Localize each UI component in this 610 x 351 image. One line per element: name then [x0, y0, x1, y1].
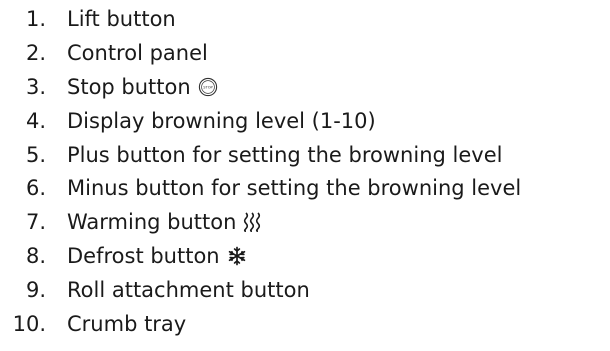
item-label: Roll attachment button — [67, 278, 310, 302]
item-number: 1. — [25, 7, 46, 31]
item-number: 4. — [25, 109, 46, 133]
item-number: 9. — [25, 278, 46, 302]
item-label: Minus button for setting the browning le… — [67, 176, 522, 200]
list-item: 5. Plus button for setting the browning … — [0, 140, 503, 170]
item-number: 3. — [25, 75, 46, 99]
list-item: 2. Control panel — [0, 38, 208, 68]
list-item: 3. Stop button STOP — [0, 72, 218, 102]
list-item: 4. Display browning level (1-10) — [0, 106, 376, 136]
item-number: 10. — [12, 312, 46, 336]
item-label: Plus button for setting the browning lev… — [67, 143, 503, 167]
item-label: Display browning level (1-10) — [67, 109, 376, 133]
list-item: 10. Crumb tray — [0, 309, 187, 339]
warming-icon — [243, 211, 261, 233]
item-number: 2. — [25, 41, 46, 65]
list-item: 6. Minus button for setting the browning… — [0, 173, 521, 203]
item-number: 6. — [25, 176, 46, 200]
item-label: Control panel — [67, 41, 208, 65]
item-number: 5. — [25, 143, 46, 167]
parts-legend: 1. Lift button 2. Control panel 3. Stop … — [0, 0, 610, 351]
item-label: Crumb tray — [67, 312, 187, 336]
item-number: 7. — [25, 210, 46, 234]
list-item: 9. Roll attachment button — [0, 275, 310, 305]
snowflake-icon — [227, 246, 247, 266]
item-number: 8. — [25, 244, 46, 268]
item-label: Warming button — [67, 210, 237, 234]
item-label: Stop button — [67, 75, 191, 99]
item-label: Defrost button — [67, 244, 220, 268]
item-label: Lift button — [67, 7, 176, 31]
stop-icon: STOP — [198, 77, 218, 97]
list-item: 7. Warming button — [0, 207, 261, 237]
list-item: 1. Lift button — [0, 4, 176, 34]
stop-icon-text: STOP — [203, 86, 213, 90]
list-item: 8. Defrost button — [0, 241, 247, 271]
